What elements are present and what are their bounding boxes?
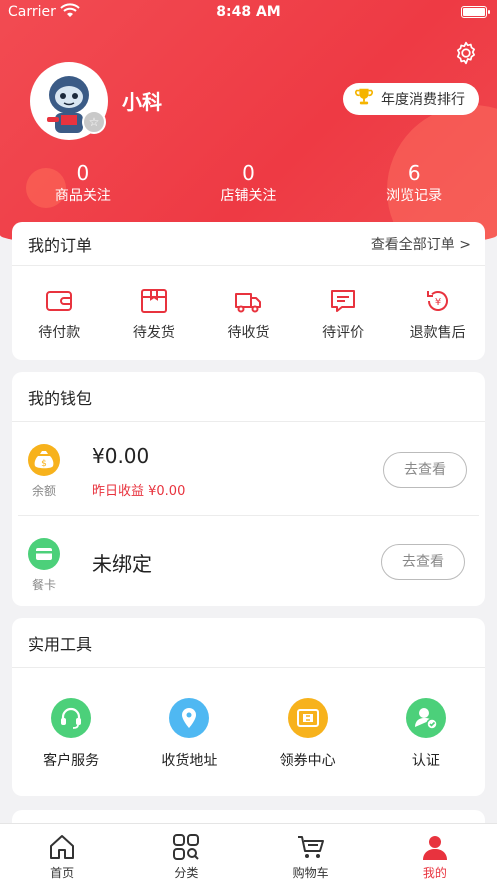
order-pending-review[interactable]: 待评价	[296, 286, 391, 342]
meal-card-view-button[interactable]: 去查看	[381, 544, 465, 580]
coupon-icon	[287, 698, 328, 738]
svg-text:$: $	[41, 459, 47, 469]
orders-card: 我的订单 查看全部订单 > 待付款 待发货 待收货 待评价 ¥ 退款售后	[12, 222, 485, 360]
trophy-icon	[353, 86, 375, 112]
annual-spending-rank-button[interactable]: 年度消费排行	[343, 83, 479, 115]
username: 小科	[122, 90, 162, 114]
tab-home[interactable]: 首页	[0, 824, 124, 883]
order-pending-receipt[interactable]: 待收货	[201, 286, 296, 342]
stat-label: 浏览记录	[386, 188, 443, 204]
stat-label: 店铺关注	[220, 188, 277, 204]
order-label: 退款售后	[409, 325, 466, 341]
tab-label: 购物车	[292, 866, 329, 880]
stat-label: 商品关注	[54, 188, 111, 204]
tool-coupon-center[interactable]: 领券中心	[249, 698, 367, 770]
stat-value: 0	[242, 161, 255, 185]
order-label: 待收货	[227, 325, 270, 341]
balance-icon-label: 余额	[31, 484, 56, 498]
meal-card-status: 未绑定	[92, 552, 152, 576]
money-bag-icon: $	[28, 444, 60, 476]
tools-title: 实用工具	[28, 634, 93, 654]
home-icon	[47, 832, 77, 862]
gear-icon[interactable]	[453, 40, 479, 66]
status-bar: Carrier 8:48 AM	[0, 0, 497, 26]
clock: 8:48 AM	[216, 4, 281, 20]
order-label: 待评价	[322, 325, 365, 341]
stats-row: 0 商品关注 0 店铺关注 6 浏览记录	[0, 160, 497, 206]
headset-icon	[51, 698, 92, 738]
svg-text:¥: ¥	[434, 297, 440, 308]
balance-view-button[interactable]: 去查看	[383, 452, 467, 488]
rank-button-label: 年度消费排行	[381, 92, 465, 108]
meal-card-row: 餐卡 未绑定 去查看	[12, 516, 485, 604]
orders-title: 我的订单	[28, 235, 93, 255]
tool-label: 认证	[411, 753, 440, 769]
balance-row: $ 余额 ¥0.00 昨日收益 ¥0.00 去查看	[18, 422, 479, 516]
tab-bar: 首页 分类 购物车 我的	[0, 823, 497, 883]
tool-label: 领券中心	[279, 753, 336, 769]
stat-value: 0	[76, 161, 90, 185]
level-badge-icon: ☆	[82, 110, 106, 134]
order-refund-aftersale[interactable]: ¥ 退款售后	[390, 286, 485, 342]
wallet-title: 我的钱包	[28, 388, 93, 408]
category-icon	[171, 832, 201, 862]
tab-label: 首页	[50, 866, 75, 880]
stat-browse-history[interactable]: 6 浏览记录	[331, 160, 497, 206]
comment-icon	[328, 286, 358, 316]
tab-label: 分类	[174, 866, 199, 880]
battery-icon	[461, 6, 490, 18]
tools-card: 实用工具 客户服务 收货地址 领券中心 认证	[12, 618, 485, 796]
refund-icon: ¥	[423, 286, 453, 316]
tool-shipping-address[interactable]: 收货地址	[130, 698, 248, 770]
user-icon	[420, 832, 450, 862]
tool-label: 客户服务	[43, 753, 100, 769]
wallet-icon	[44, 286, 74, 316]
cart-icon	[296, 832, 326, 862]
tab-label: 我的	[422, 866, 447, 880]
tab-category[interactable]: 分类	[124, 824, 248, 883]
tool-label: 收货地址	[161, 753, 218, 769]
stat-store-follows[interactable]: 0 店铺关注	[166, 160, 332, 206]
order-pending-shipment[interactable]: 待发货	[107, 286, 202, 342]
wallet-card: 我的钱包 $ 余额 ¥0.00 昨日收益 ¥0.00 去查看 餐卡 未绑定 去查…	[12, 372, 485, 606]
location-icon	[169, 698, 210, 738]
order-label: 待付款	[38, 325, 81, 341]
tool-verification[interactable]: 认证	[367, 698, 485, 770]
verify-user-icon	[405, 698, 446, 738]
stat-value: 6	[407, 161, 421, 185]
yesterday-earnings: 昨日收益 ¥0.00	[92, 484, 186, 499]
truck-icon	[233, 286, 263, 316]
tab-mine[interactable]: 我的	[373, 824, 497, 883]
tab-cart[interactable]: 购物车	[249, 824, 373, 883]
order-pending-payment[interactable]: 待付款	[12, 286, 107, 342]
card-icon	[28, 538, 60, 570]
balance-amount: ¥0.00	[92, 444, 150, 468]
package-icon	[139, 286, 169, 316]
order-label: 待发货	[132, 325, 175, 341]
view-all-orders-link[interactable]: 查看全部订单 >	[371, 234, 471, 254]
meal-card-icon-label: 餐卡	[31, 578, 56, 592]
stat-product-follows[interactable]: 0 商品关注	[0, 160, 166, 206]
tool-customer-service[interactable]: 客户服务	[12, 698, 130, 770]
